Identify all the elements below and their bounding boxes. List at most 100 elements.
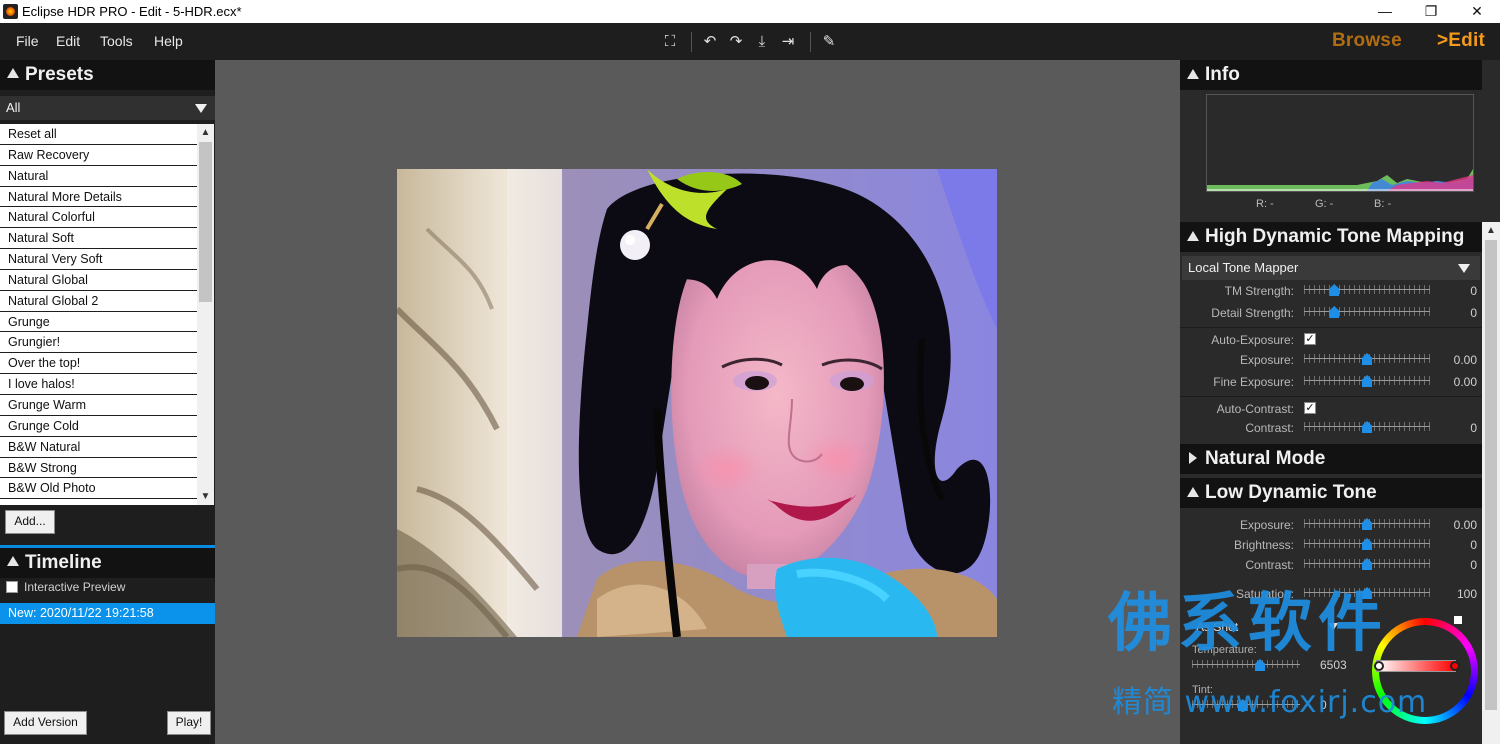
info-header[interactable]: Info xyxy=(1180,60,1482,90)
exposure-value: 0.00 xyxy=(1453,353,1477,367)
color-bar-end-knob[interactable] xyxy=(1450,661,1460,671)
rotate-left-icon[interactable]: ↶ xyxy=(700,32,720,52)
contrast-value: 0 xyxy=(1470,421,1477,435)
collapse-triangle-icon xyxy=(1187,69,1199,79)
ldr-exposure-slider-row: Exposure: 0.00 xyxy=(1180,515,1482,535)
flip-vertical-icon[interactable]: ⤓ xyxy=(752,32,772,52)
preset-item[interactable]: B&W Natural xyxy=(0,436,197,458)
right-panel: Info R: - G: - B: - High Dynamic Tone Ma… xyxy=(1180,60,1500,744)
window-title: Eclipse HDR PRO - Edit - 5-HDR.ecx* xyxy=(22,4,242,19)
preset-item[interactable]: Reset all xyxy=(0,124,197,145)
preset-item[interactable]: B&W Strong xyxy=(0,457,197,479)
timeline-header[interactable]: Timeline xyxy=(0,548,215,578)
image-canvas[interactable] xyxy=(215,60,1180,744)
scroll-down-icon[interactable]: ▼ xyxy=(197,488,214,505)
fine-exposure-label: Fine Exposure: xyxy=(1213,375,1294,389)
brightness-label: Brightness: xyxy=(1233,538,1294,552)
rotate-right-icon[interactable]: ↷ xyxy=(726,32,746,52)
auto-exposure-checkbox[interactable]: ✓ xyxy=(1304,333,1316,345)
interactive-preview-toggle[interactable]: Interactive Preview xyxy=(6,580,206,596)
scroll-up-icon[interactable]: ▲ xyxy=(197,124,214,141)
maximize-button[interactable]: ❐ xyxy=(1408,0,1454,23)
preset-item[interactable]: Grunge Warm xyxy=(0,394,197,416)
play-button[interactable]: Play! xyxy=(167,711,211,735)
low-dynamic-tone-header[interactable]: Low Dynamic Tone xyxy=(1180,478,1482,508)
preset-filter-value: All xyxy=(6,100,21,115)
menu-file[interactable]: File xyxy=(16,33,39,49)
scroll-up-icon[interactable]: ▲ xyxy=(1482,222,1500,239)
preset-item[interactable]: Grunge xyxy=(0,311,197,333)
histogram-plot xyxy=(1207,169,1473,191)
tone-mapper-select[interactable]: Local Tone Mapper xyxy=(1182,256,1480,280)
saturation-slider-row: Saturation: 100 xyxy=(1180,584,1482,604)
preset-item[interactable]: Natural Very Soft xyxy=(0,249,197,270)
auto-contrast-row: Auto-Contrast: ✓ xyxy=(1180,400,1482,418)
brightness-slider-row: Brightness: 0 xyxy=(1180,535,1482,555)
preset-item[interactable]: Raw Recovery xyxy=(0,144,197,166)
preset-filter-select[interactable]: All xyxy=(0,96,215,120)
color-wheel-marker[interactable] xyxy=(1454,616,1462,624)
preset-list: Reset all Raw Recovery Natural Natural More… xyxy=(0,124,197,505)
preset-item[interactable]: I love halos! xyxy=(0,374,197,395)
hdr-tone-mapping-header[interactable]: High Dynamic Tone Mapping xyxy=(1180,222,1482,252)
preset-item[interactable]: Natural Global 2 xyxy=(0,290,197,312)
preset-item[interactable]: B&W Old Photo xyxy=(0,478,197,500)
edit-mode-button[interactable]: >Edit xyxy=(1437,30,1485,52)
natural-mode-header[interactable]: Natural Mode xyxy=(1180,444,1482,474)
preset-item[interactable]: Natural Colorful xyxy=(0,207,197,229)
info-title: Info xyxy=(1205,64,1240,85)
preset-item[interactable]: Grungier! xyxy=(0,332,197,354)
close-button[interactable]: ✕ xyxy=(1454,0,1500,23)
expand-triangle-icon xyxy=(1189,452,1197,464)
blue-readout: B: - xyxy=(1374,198,1392,210)
right-panel-scrollbar[interactable]: ▲ xyxy=(1482,222,1500,744)
timeline-version-item[interactable]: New: 2020/11/22 19:21:58 xyxy=(0,603,215,624)
tm-strength-track[interactable] xyxy=(1304,289,1430,290)
timeline-title: Timeline xyxy=(25,552,102,573)
ldr-contrast-label: Contrast: xyxy=(1245,558,1294,572)
flip-horizontal-icon[interactable]: ⇥ xyxy=(778,32,798,52)
green-readout: G: - xyxy=(1315,198,1334,210)
color-intensity-bar[interactable] xyxy=(1376,660,1456,672)
preset-item[interactable]: Natural xyxy=(0,165,197,187)
dropdown-arrow-icon xyxy=(1328,623,1338,631)
saturation-value: 100 xyxy=(1456,587,1477,601)
brush-icon[interactable]: ✎ xyxy=(819,32,839,52)
fit-to-screen-icon[interactable]: ⛶ xyxy=(660,32,680,52)
auto-exposure-row: Auto-Exposure: ✓ xyxy=(1180,331,1482,349)
add-preset-button[interactable]: Add... xyxy=(5,510,55,534)
white-balance-select[interactable]: As Shot xyxy=(1188,617,1338,637)
add-version-button[interactable]: Add Version xyxy=(4,711,87,735)
presets-header[interactable]: Presets xyxy=(0,60,215,90)
scrollbar-thumb[interactable] xyxy=(1485,240,1497,710)
browse-mode-button[interactable]: Browse xyxy=(1332,30,1402,52)
detail-strength-slider-row: Detail Strength: 0 xyxy=(1180,303,1482,323)
color-bar-start-knob[interactable] xyxy=(1374,661,1384,671)
toolbar-separator xyxy=(691,32,692,52)
scrollbar-thumb[interactable] xyxy=(199,142,212,302)
preset-item[interactable]: Natural Soft xyxy=(0,228,197,250)
collapse-triangle-icon xyxy=(7,556,19,566)
auto-contrast-checkbox[interactable]: ✓ xyxy=(1304,402,1316,414)
menu-edit[interactable]: Edit xyxy=(56,33,80,49)
preset-item[interactable]: Over the top! xyxy=(0,353,197,375)
ldr-contrast-slider-row: Contrast: 0 xyxy=(1180,555,1482,575)
contrast-slider-row: Contrast: 0 xyxy=(1180,418,1482,438)
preset-item[interactable]: Natural More Details xyxy=(0,186,197,208)
interactive-preview-checkbox[interactable] xyxy=(6,581,18,593)
preset-item[interactable]: Grunge Cold xyxy=(0,415,197,437)
minimize-button[interactable]: — xyxy=(1362,0,1408,23)
detail-strength-track[interactable] xyxy=(1304,311,1430,312)
menu-tools[interactable]: Tools xyxy=(100,33,133,49)
tm-strength-value: 0 xyxy=(1470,284,1477,298)
histogram xyxy=(1206,94,1474,192)
temperature-track[interactable] xyxy=(1192,664,1300,665)
detail-strength-label: Detail Strength: xyxy=(1211,306,1294,320)
preset-list-scrollbar[interactable]: ▲ ▼ xyxy=(197,124,214,505)
fine-exposure-value: 0.00 xyxy=(1453,375,1477,389)
app-logo-icon xyxy=(3,4,18,19)
preset-item[interactable]: Natural Global xyxy=(0,269,197,291)
tone-mapper-value: Local Tone Mapper xyxy=(1188,260,1299,275)
dropdown-arrow-icon xyxy=(1458,264,1470,273)
menu-help[interactable]: Help xyxy=(154,33,183,49)
